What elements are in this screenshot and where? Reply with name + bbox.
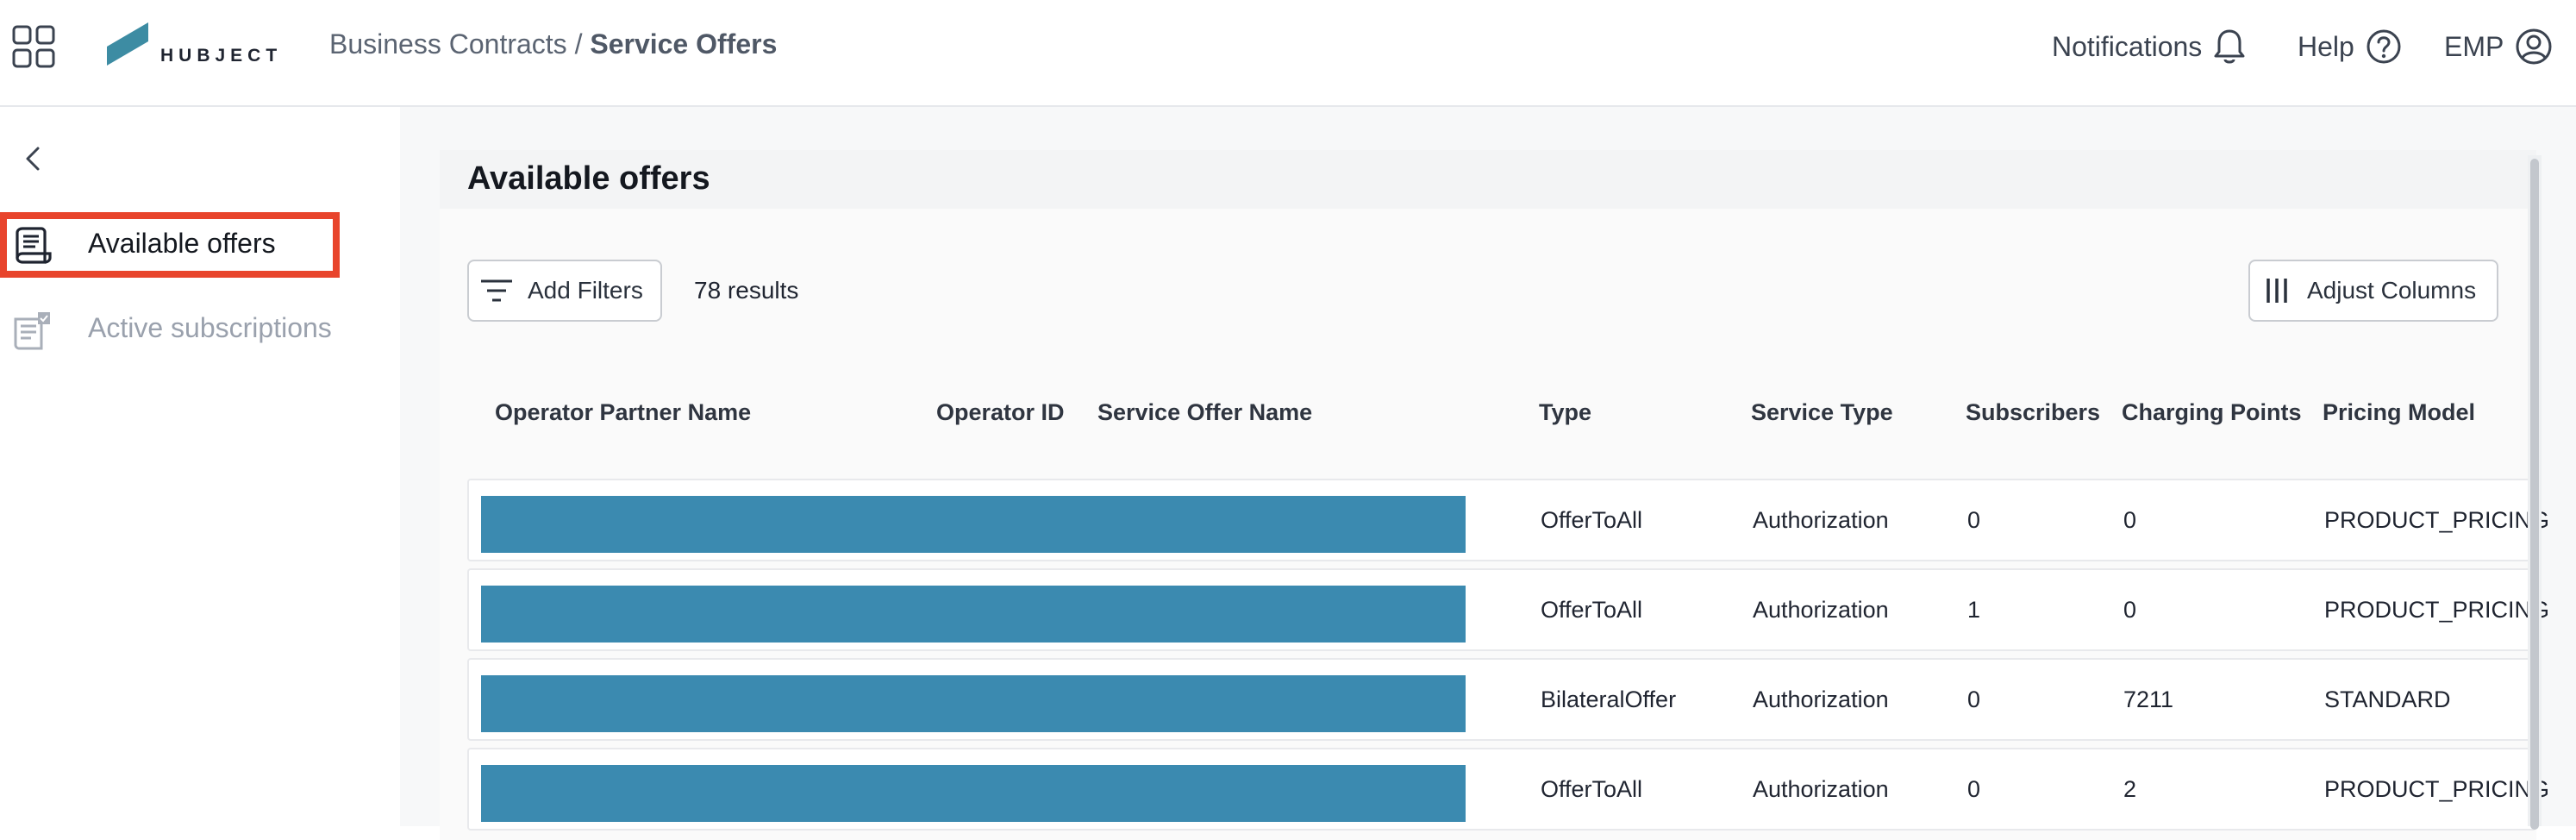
cell-service-type: Authorization [1753,776,1889,802]
column-header-service-type[interactable]: Service Type [1751,399,1893,426]
cell-type: BilateralOffer [1541,686,1677,712]
apps-grid-icon[interactable] [12,25,55,68]
add-filters-label: Add Filters [528,277,643,304]
collapse-sidebar-icon[interactable] [21,143,47,174]
scrollbar-thumb[interactable] [2530,159,2539,830]
table-row[interactable]: OfferToAll Authorization 0 2 PRODUCT_PRI… [467,748,2549,831]
table-row[interactable]: OfferToAll Authorization 1 0 PRODUCT_PRI… [467,568,2549,651]
user-circle-icon [2516,28,2552,65]
breadcrumb-separator: / [574,28,583,60]
filter-icon [481,279,512,302]
results-count: 78 results [694,277,799,304]
checklist-icon [14,312,50,350]
columns-icon [2267,279,2287,303]
help-button[interactable]: Help [2298,26,2403,67]
cell-charging-points: 7211 [2123,686,2174,712]
sidebar-item-active-subscriptions[interactable]: Active subscriptions [0,297,345,362]
breadcrumb-parent[interactable]: Business Contracts [329,28,567,60]
add-filters-button[interactable]: Add Filters [467,260,662,322]
redacted-block [481,586,1466,643]
offers-panel: Available offers Add Filters 78 results … [440,150,2549,840]
column-header-charging-points[interactable]: Charging Points [2122,399,2302,426]
redacted-block [481,765,1466,822]
notifications-button[interactable]: Notifications [2052,26,2247,67]
table-row[interactable]: BilateralOffer Authorization 0 7211 STAN… [467,658,2536,741]
panel-header: Available offers [440,150,2536,209]
page-title: Available offers [467,160,710,197]
table-row[interactable]: OfferToAll Authorization 0 0 PRODUCT_PRI… [467,479,2549,561]
column-header-pricing-model[interactable]: Pricing Model [2323,399,2475,426]
notifications-label: Notifications [2052,30,2203,62]
sidebar-item-available-offers[interactable]: Available offers [0,212,340,278]
cell-service-type: Authorization [1753,597,1889,623]
cell-charging-points: 0 [2123,507,2137,533]
cell-subscribers: 1 [1967,597,1981,623]
cell-type: OfferToAll [1541,776,1643,802]
redacted-block [481,675,1466,732]
cell-service-type: Authorization [1753,686,1889,712]
bell-icon [2214,29,2245,64]
breadcrumb-current: Service Offers [590,28,778,60]
main-content: Available offers Add Filters 78 results … [400,107,2576,840]
cell-pricing-model: PRODUCT_PRICING [2324,597,2550,623]
help-circle-icon [2367,29,2401,64]
cell-subscribers: 0 [1967,507,1981,533]
cell-charging-points: 0 [2123,597,2137,623]
adjust-columns-label: Adjust Columns [2307,277,2477,304]
column-header-subscribers[interactable]: Subscribers [1966,399,2100,426]
help-label: Help [2298,30,2354,62]
cell-charging-points: 2 [2123,776,2137,802]
cell-subscribers: 0 [1967,776,1981,802]
column-header-operator-partner-name[interactable]: Operator Partner Name [495,399,751,426]
column-header-service-offer-name[interactable]: Service Offer Name [1097,399,1312,426]
sidebar-item-label: Available offers [88,228,276,259]
vertical-scrollbar[interactable] [2528,155,2542,830]
adjust-columns-button[interactable]: Adjust Columns [2248,260,2498,322]
cell-pricing-model: PRODUCT_PRICING [2324,507,2550,533]
user-label: EMP [2444,30,2504,62]
cell-service-type: Authorization [1753,507,1889,533]
cell-subscribers: 0 [1967,686,1981,712]
column-header-operator-id[interactable]: Operator ID [936,399,1065,426]
cell-type: OfferToAll [1541,507,1643,533]
column-header-type[interactable]: Type [1539,399,1591,426]
receipt-icon [16,227,52,264]
redacted-block [481,496,1466,553]
cell-type: OfferToAll [1541,597,1643,623]
sidebar-item-label: Active subscriptions [88,312,332,343]
breadcrumb: Business Contracts / Service Offers [329,28,777,60]
app-header: HUBJECT Business Contracts / Service Off… [0,0,2576,107]
cell-pricing-model: PRODUCT_PRICING [2324,776,2550,802]
user-menu-button[interactable]: EMP [2444,26,2554,67]
logo-text: HUBJECT [160,46,283,66]
cell-pricing-model: STANDARD [2324,686,2451,712]
